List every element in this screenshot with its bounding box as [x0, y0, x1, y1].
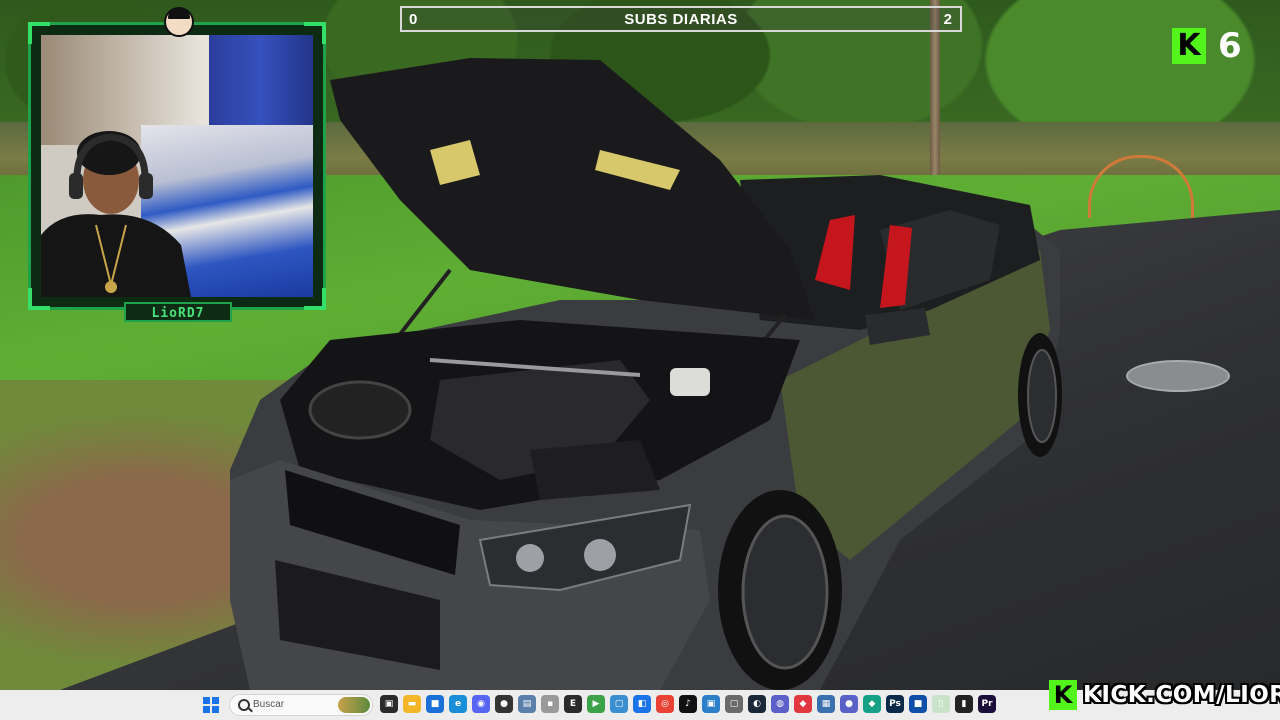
streamer-person — [41, 131, 191, 297]
app-icon-11[interactable]: ◆ — [863, 695, 881, 713]
kick-logo-icon: K — [1172, 28, 1206, 64]
app-icon-14[interactable]: ▮ — [955, 695, 973, 713]
streamer-avatar-icon — [164, 7, 194, 37]
subs-counter-label: SUBS DIARIAS — [624, 11, 738, 28]
daily-subs-counter: 0 SUBS DIARIAS 2 — [400, 6, 962, 32]
app-icon-10[interactable]: ● — [840, 695, 858, 713]
app-icon-8[interactable]: ◆ — [794, 695, 812, 713]
app-icon-4[interactable]: ▢ — [610, 695, 628, 713]
premiere-icon[interactable]: Pr — [978, 695, 996, 713]
webcam-frame — [28, 22, 326, 310]
frame-corner-top-left — [28, 22, 50, 44]
steam-icon[interactable]: ◐ — [748, 695, 766, 713]
subs-goal-value: 2 — [943, 11, 952, 28]
app-icon-1[interactable]: ▤ — [518, 695, 536, 713]
photoshop-icon[interactable]: Ps — [886, 695, 904, 713]
file-explorer-icon[interactable]: ▬ — [403, 695, 421, 713]
epic-games-icon[interactable]: E — [564, 695, 582, 713]
app-icon-13[interactable]: ▯ — [932, 695, 950, 713]
obs-icon[interactable]: ● — [495, 695, 513, 713]
search-placeholder: Buscar — [253, 699, 285, 710]
frame-corner-bottom-right — [304, 288, 326, 310]
search-icon — [238, 699, 250, 711]
frame-corner-top-right — [304, 22, 326, 44]
kick-viewer-count: 6 — [1218, 26, 1242, 66]
taskbar-search-box[interactable]: Buscar — [229, 694, 373, 716]
windows-start-icon[interactable] — [203, 697, 219, 713]
frame-corner-bottom-left — [28, 288, 50, 310]
discord-icon[interactable]: ◉ — [472, 695, 490, 713]
kick-viewer-counter: K 6 — [1172, 26, 1242, 66]
edge-icon[interactable]: e — [449, 695, 467, 713]
app-icon-9[interactable]: ▦ — [817, 695, 835, 713]
app-icon-7[interactable]: ▢ — [725, 695, 743, 713]
taskbar-pinned-apps: ▣ ▬ ■ e ◉ ● ▤ ▪ E ▶ ▢ ◧ ◎ ♪ ▣ ▢ ◐ ◍ ◆ ▦ ● ◆ Ps ■ ▯ ▮ Pr — [380, 695, 996, 713]
teams-icon[interactable]: ◍ — [771, 695, 789, 713]
search-highlight-icon — [338, 697, 370, 713]
app-icon-12[interactable]: ■ — [909, 695, 927, 713]
app-icon-2[interactable]: ▪ — [541, 695, 559, 713]
tiktok-icon[interactable]: ♪ — [679, 695, 697, 713]
app-icon-6[interactable]: ▣ — [702, 695, 720, 713]
kick-url-banner: K KICK.COM/LIORD7 — [1049, 679, 1280, 711]
kick-logo-icon: K — [1049, 680, 1077, 710]
chrome-icon[interactable]: ◎ — [656, 695, 674, 713]
webcam-feed — [41, 35, 313, 297]
streamer-name-tag: LioRD7 — [124, 302, 232, 322]
task-view-icon[interactable]: ▣ — [380, 695, 398, 713]
kick-channel-url: KICK.COM/LIORD7 — [1083, 682, 1280, 708]
store-icon[interactable]: ■ — [426, 695, 444, 713]
app-icon-3[interactable]: ▶ — [587, 695, 605, 713]
app-icon-5[interactable]: ◧ — [633, 695, 651, 713]
